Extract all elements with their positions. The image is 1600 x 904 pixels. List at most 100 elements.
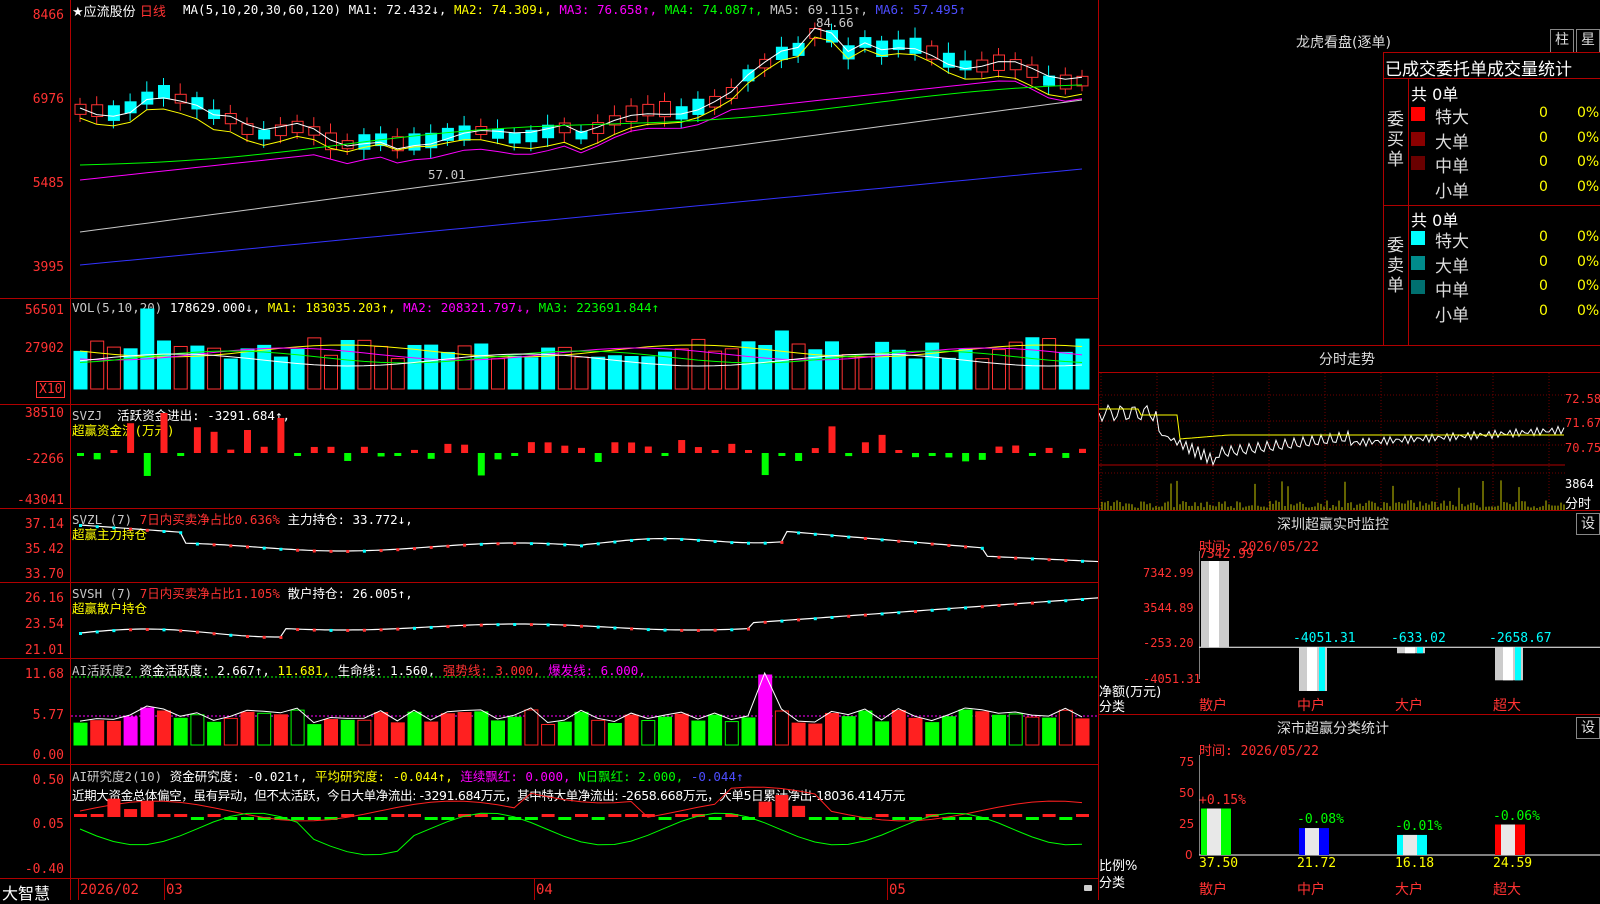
activity-bar xyxy=(624,714,639,746)
net-bar-edge xyxy=(1515,647,1521,681)
research-bar xyxy=(1076,814,1089,817)
sz-tick: 3544.89 xyxy=(1143,601,1194,615)
net-bar-highlight xyxy=(1503,647,1513,681)
svzl-line-dot xyxy=(747,541,750,545)
volume-bar xyxy=(825,341,839,390)
high-price-label: 84.66 xyxy=(816,15,854,30)
research-bar xyxy=(241,817,254,820)
bar-mode-button[interactable]: 柱 xyxy=(1550,29,1574,53)
activity-bar xyxy=(808,723,823,746)
ai-research-chart[interactable] xyxy=(71,765,1098,878)
volume-bar xyxy=(641,356,656,390)
volume-bar xyxy=(858,356,873,390)
svsh-line-dot xyxy=(813,617,817,621)
price-tick: 6976 xyxy=(32,92,64,107)
svzl-line-dot xyxy=(279,547,283,551)
flow-bar xyxy=(811,448,819,453)
svzl-line-dot xyxy=(580,544,583,548)
volume-bar xyxy=(340,339,355,390)
net-bar-highlight xyxy=(1405,647,1415,654)
svzj-chart[interactable] xyxy=(71,405,1098,508)
flow-bar xyxy=(377,453,385,457)
research-bar xyxy=(408,814,421,817)
svsh-tick: 23.54 xyxy=(24,617,64,632)
candle xyxy=(107,105,120,121)
svzl-panel[interactable]: SVZL (7) 7日内买卖净占比0.636% 主力持仓: 33.772↓, 超… xyxy=(0,509,1098,582)
lock-icon[interactable] xyxy=(1084,885,1092,891)
ai-activity-chart[interactable] xyxy=(71,659,1098,764)
sz-stats-panel[interactable]: 深市超赢分类统计 设 时间: 2026/05/22 75 50 25 0 比例%… xyxy=(1099,715,1600,900)
svzj-tick: 38510 xyxy=(24,406,64,421)
svsh-line-dot xyxy=(179,629,183,633)
research-bar xyxy=(524,817,538,820)
svzl-chart[interactable] xyxy=(71,509,1098,582)
svzj-tick: -43041 xyxy=(17,493,64,508)
svsh-line-dot xyxy=(413,626,416,630)
activity-bar xyxy=(374,712,389,746)
svzl-line-dot xyxy=(446,544,450,548)
flow-bar xyxy=(494,453,502,460)
net-value-label: -4051.31 xyxy=(1293,631,1356,647)
activity-bar xyxy=(90,720,105,746)
svzj-panel[interactable]: SVZJ 活跃资金进出: -3291.684↑, 超赢资金流(万元) 38510… xyxy=(0,405,1098,508)
svzl-line-dot xyxy=(463,543,467,547)
activity-bar xyxy=(207,721,222,746)
flow-bar xyxy=(327,446,335,453)
svsh-panel[interactable]: SVSH (7) 7日内买卖净占比1.105% 散户持仓: 26.005↑, 超… xyxy=(0,583,1098,658)
activity-bar xyxy=(941,716,956,746)
intraday-chart[interactable] xyxy=(1099,373,1565,510)
svzl-line-dot xyxy=(780,540,784,544)
activity-bar xyxy=(607,722,622,746)
research-bar xyxy=(575,814,588,817)
stats-settings-button[interactable]: 设 xyxy=(1576,717,1600,739)
flow-bar xyxy=(962,453,970,462)
kline-chart[interactable] xyxy=(71,0,1098,298)
volume-bar xyxy=(440,351,455,390)
svzl-line-dot xyxy=(296,548,300,552)
sell-side-label: 委卖单 xyxy=(1387,236,1404,296)
sz-settings-button[interactable]: 设 xyxy=(1576,513,1600,535)
svsh-line-dot xyxy=(79,632,82,635)
svsh-chart[interactable] xyxy=(71,583,1098,658)
order-percent: 0% xyxy=(1577,278,1600,294)
flow-bar xyxy=(1045,447,1053,453)
ai-activity-panel[interactable]: AI活跃度2 资金活跃度: 2.667↑, 11.681, 生命线: 1.560… xyxy=(0,659,1098,764)
research-bar xyxy=(207,814,221,817)
svsh-line-dot xyxy=(479,623,483,627)
flow-bar xyxy=(527,442,535,453)
svsh-line-dot xyxy=(947,607,951,611)
svsh-line-dot xyxy=(396,627,400,631)
volume-panel[interactable]: VOL(5,10,20) 178629.000↓, MA1: 183035.20… xyxy=(0,299,1098,404)
activity-bar xyxy=(875,721,890,746)
intraday-vol-label: 分时 xyxy=(1565,497,1592,512)
svzl-line-dot xyxy=(830,534,834,538)
volume-chart[interactable] xyxy=(71,299,1098,404)
ratio-bar-highlight xyxy=(1305,828,1319,855)
research-bar xyxy=(808,817,822,820)
svsh-line-dot xyxy=(914,610,917,613)
volume-bar xyxy=(140,308,155,390)
volume-bar xyxy=(574,356,589,390)
intraday-tick: 72.58 xyxy=(1565,392,1600,406)
volume-bar xyxy=(875,341,890,390)
candle xyxy=(625,105,638,122)
svsh-tick: 26.16 xyxy=(24,591,64,606)
svsh-line-dot xyxy=(1030,601,1034,605)
sz-monitor-panel[interactable]: 深圳超赢实时监控 设 时间: 2026/05/22 7342.99 3544.8… xyxy=(1099,511,1600,715)
activity-bar xyxy=(741,717,756,746)
svzl-line-dot xyxy=(195,542,199,546)
svsh-line-dot xyxy=(1047,600,1051,604)
order-count: 0 xyxy=(1539,278,1548,294)
flow-bar xyxy=(210,431,218,453)
flow-bar xyxy=(644,446,652,453)
activity-bar xyxy=(858,710,873,746)
candle xyxy=(1059,74,1072,90)
ai-research-panel[interactable]: AI研究度2(10) 资金研究度: -0.021↑, 平均研究度: -0.044… xyxy=(0,765,1098,878)
volume-bar xyxy=(324,354,338,390)
activity-bar xyxy=(290,709,305,746)
svzl-line-dot xyxy=(1030,557,1034,561)
kline-panel[interactable]: ★应流股份 日线 MA(5,10,20,30,60,120) MA1: 72.4… xyxy=(0,0,1098,298)
intraday-panel[interactable]: 分时走势 72.58 71.67 70.75 3864 分时 xyxy=(1099,346,1600,512)
star-mode-button[interactable]: 星 xyxy=(1576,29,1600,53)
svzl-tick: 33.70 xyxy=(24,567,64,582)
